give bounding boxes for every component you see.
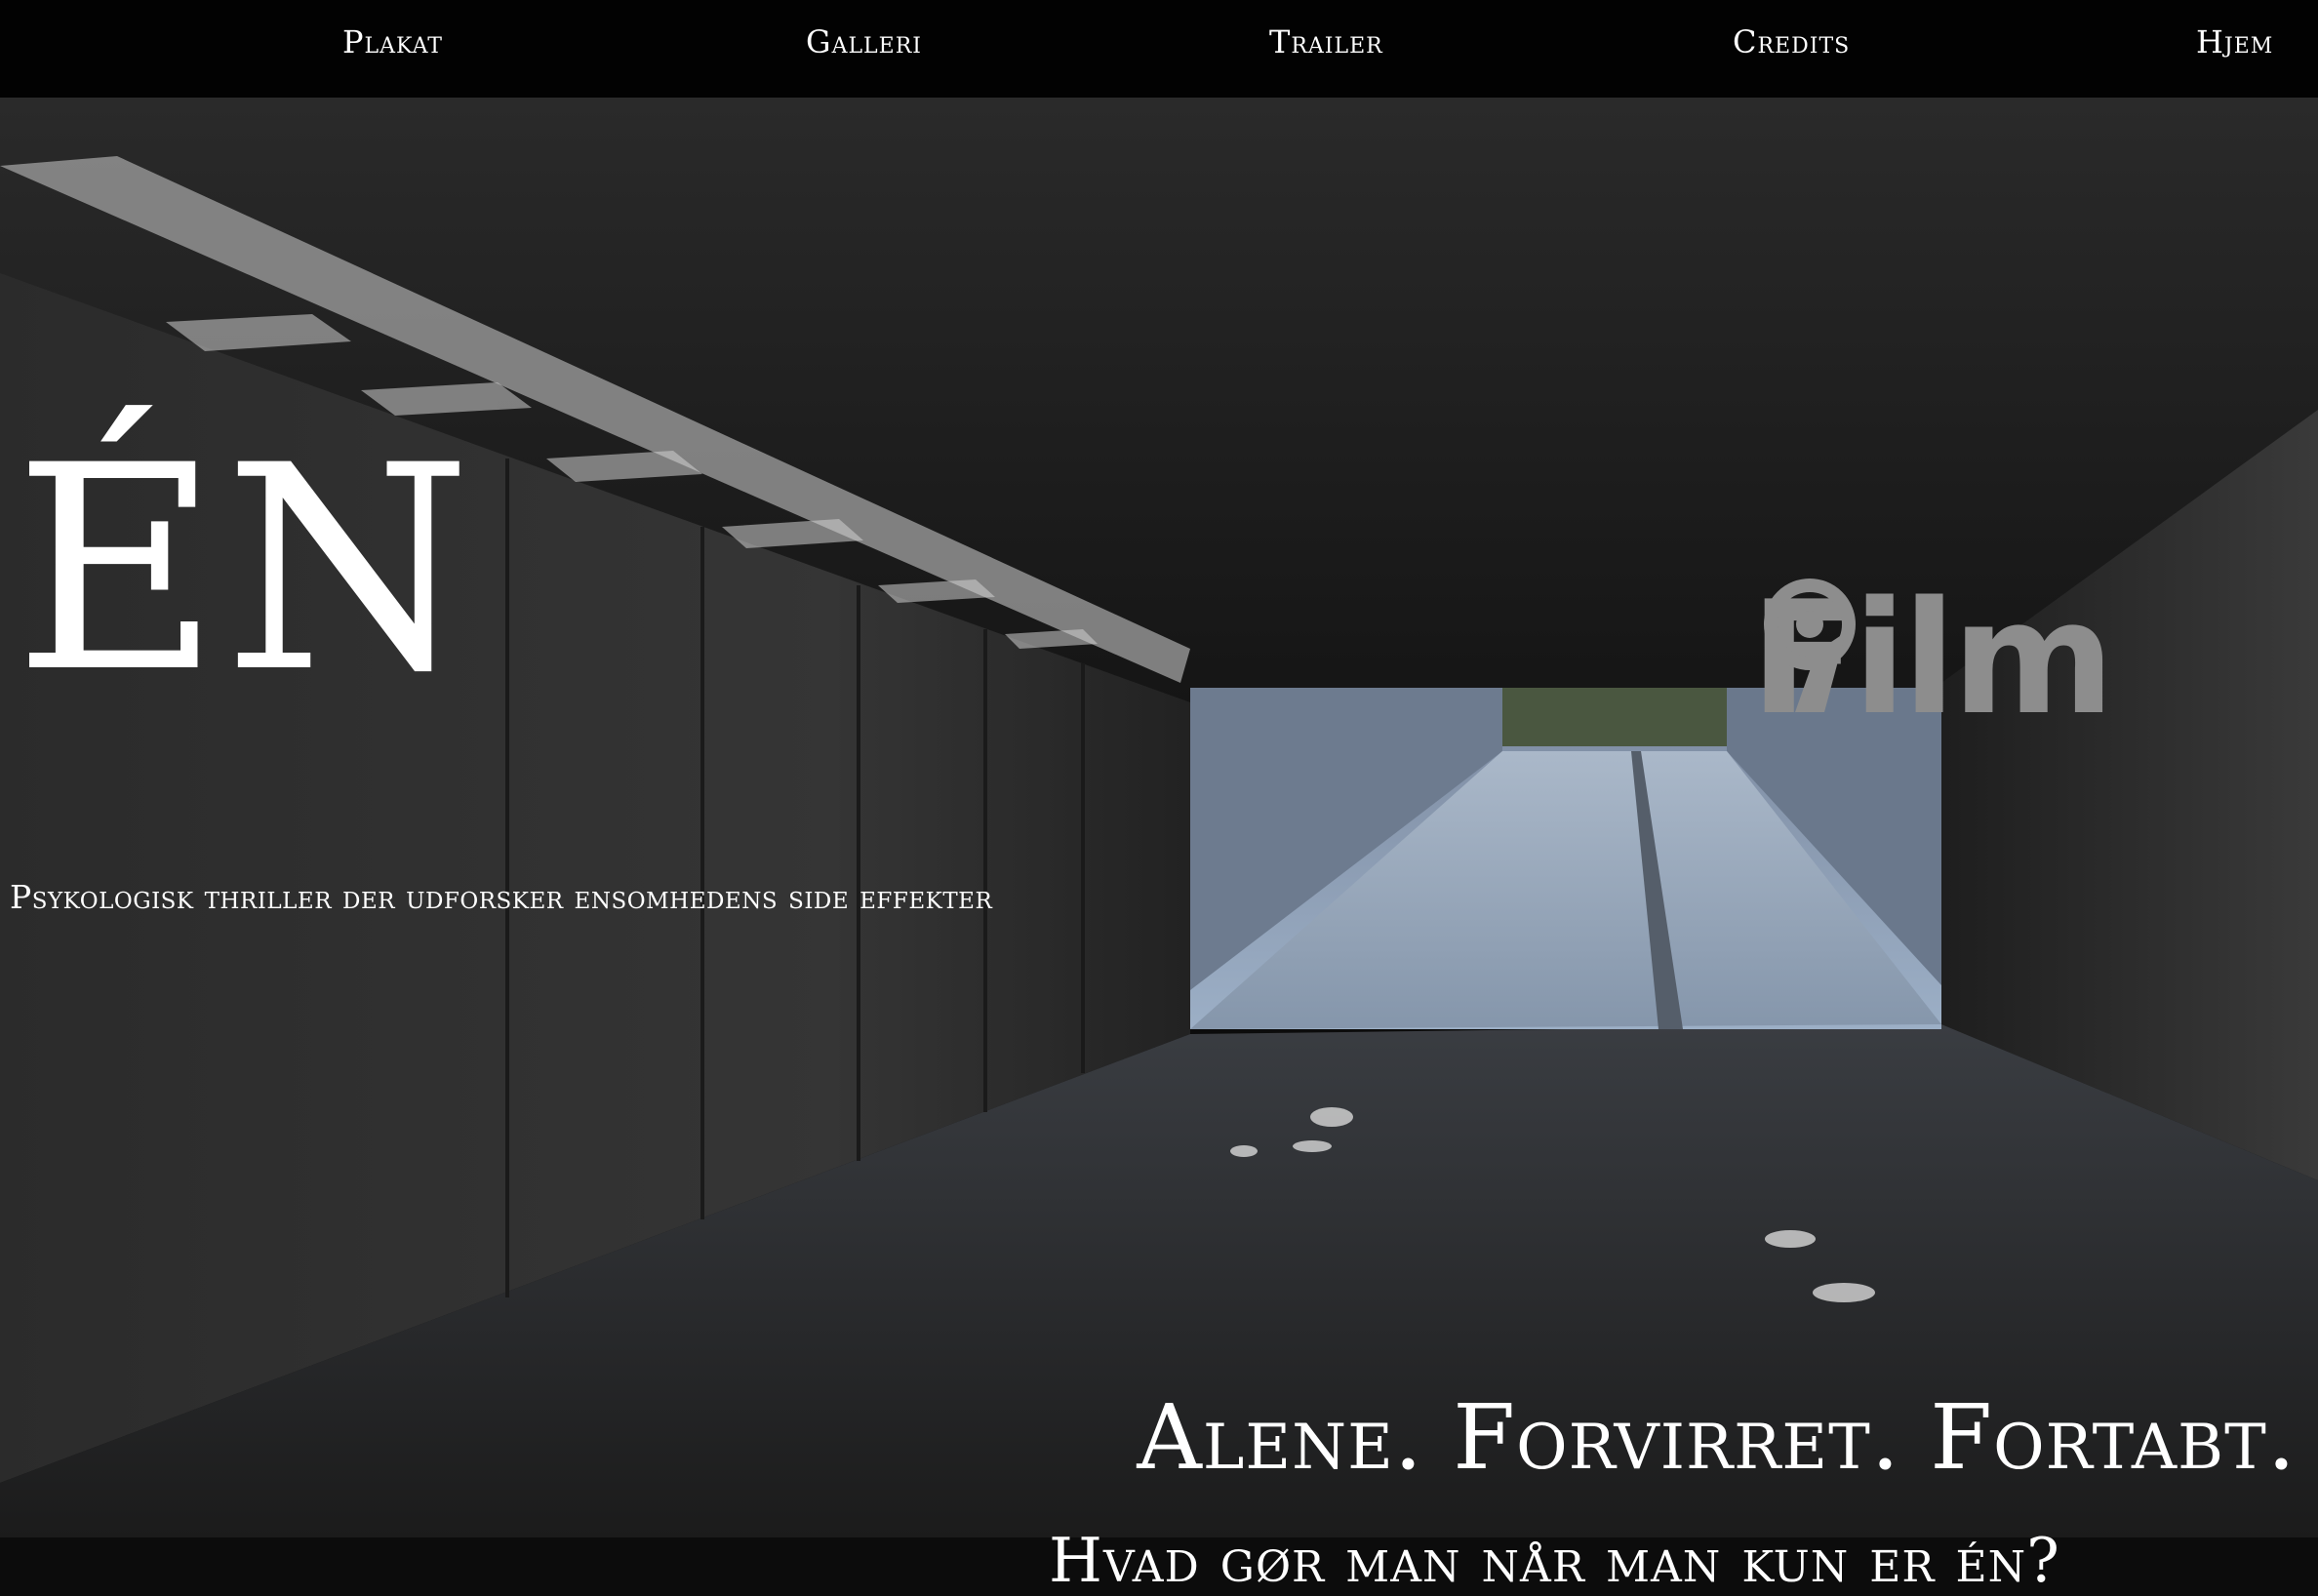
- movie-tagline: Psykologisk thriller der udforsker ensom…: [10, 878, 993, 916]
- nav-item-trailer[interactable]: Trailer: [1269, 23, 1383, 60]
- question-line: Hvad gør man når man kun er én?: [1049, 1525, 2060, 1596]
- nav-item-credits[interactable]: Credits: [1733, 23, 1850, 60]
- film-reel-nine-icon: [1764, 579, 1856, 712]
- tunnel-background-image: [0, 98, 2318, 1537]
- headline: Alene. Forvirret. Fortabt.: [1137, 1385, 2297, 1490]
- top-navigation: Plakat Galleri Trailer Credits Hjem: [0, 0, 2318, 98]
- film-logo: Film: [1750, 576, 2263, 741]
- nav-item-hjem[interactable]: Hjem: [2196, 23, 2273, 60]
- nav-item-plakat[interactable]: Plakat: [342, 23, 443, 60]
- movie-title: ÉN: [14, 406, 476, 735]
- hero-section: ÉN Psykologisk thriller der udforsker en…: [0, 98, 2318, 1591]
- nav-item-galleri[interactable]: Galleri: [806, 23, 922, 60]
